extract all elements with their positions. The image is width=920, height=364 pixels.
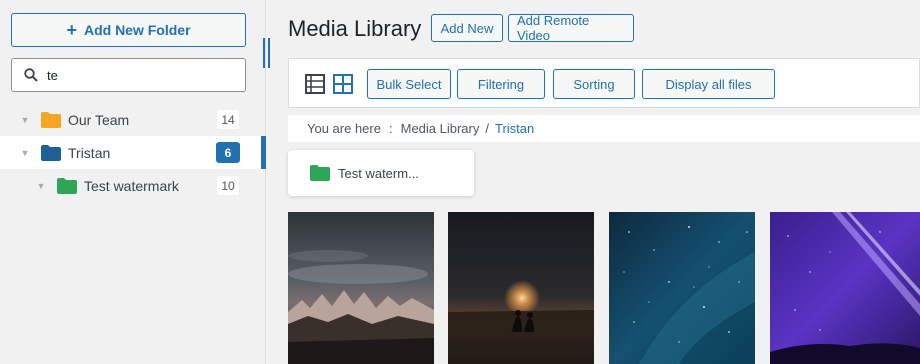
add-new-folder-button[interactable]: + Add New Folder [11,13,246,47]
folder-search-box[interactable] [11,58,246,92]
folder-tree: ▼ Our Team 14 ▼ Tristan 6 ▼ Test waterma… [0,103,266,202]
folder-name: Our Team [68,111,130,128]
tree-item-tristan[interactable]: ▼ Tristan 6 [0,136,266,169]
folder-count-badge: 10 [216,175,240,196]
breadcrumb-prefix: You are here [307,121,381,136]
subfolder-card[interactable]: Test waterm... [288,150,474,196]
folder-search-input[interactable] [47,67,237,83]
display-all-files-button[interactable]: Display all files [642,69,775,99]
tree-item-test-watermark[interactable]: ▼ Test watermark 10 [0,169,266,202]
caret-down-icon[interactable]: ▼ [20,148,30,158]
media-thumbnail-mountains[interactable] [288,212,434,364]
add-new-button[interactable]: Add New [431,14,503,42]
filtering-button[interactable]: Filtering [457,69,545,99]
page-title: Media Library [288,16,422,41]
breadcrumb-colon: : [388,121,393,136]
grid-view-icon[interactable] [333,74,353,94]
folder-sidebar: + Add New Folder ▼ Our Team 14 ▼ Tristan… [0,0,266,364]
caret-down-icon[interactable]: ▼ [20,115,30,125]
folder-name: Tristan [68,144,111,161]
breadcrumb: You are here : Media Library / Tristan [288,114,920,142]
folder-count-badge: 6 [216,142,240,163]
add-new-folder-label: Add New Folder [83,22,191,38]
bulk-select-button[interactable]: Bulk Select [367,69,451,99]
folder-name: Test watermark [84,177,179,194]
subfolder-name: Test waterm... [338,165,419,181]
list-view-icon[interactable] [305,74,325,94]
folder-count-badge: 14 [216,109,240,130]
breadcrumb-root-link[interactable]: Media Library [401,121,480,136]
folder-icon [57,177,77,194]
media-library-main: Media Library Add New Add Remote Video B… [270,0,920,364]
breadcrumb-current[interactable]: Tristan [495,121,534,136]
sidebar-resize-handle[interactable] [262,38,270,68]
folder-icon [310,165,330,181]
folder-icon [41,144,61,161]
breadcrumb-divider: / [485,121,489,136]
media-thumbnail-purple-sky[interactable] [770,212,920,364]
caret-down-icon[interactable]: ▼ [36,181,46,191]
folder-icon [41,111,61,128]
media-thumbnail-sunset-couple[interactable] [448,212,594,364]
media-thumbnail-starry-sky[interactable] [609,212,755,364]
add-remote-video-button[interactable]: Add Remote Video [508,13,634,43]
tree-item-our-team[interactable]: ▼ Our Team 14 [0,103,266,136]
sorting-button[interactable]: Sorting [553,69,635,99]
plus-icon: + [66,20,77,40]
search-icon [24,68,38,82]
media-toolbar: Bulk Select Filtering Sorting Display al… [288,58,920,108]
